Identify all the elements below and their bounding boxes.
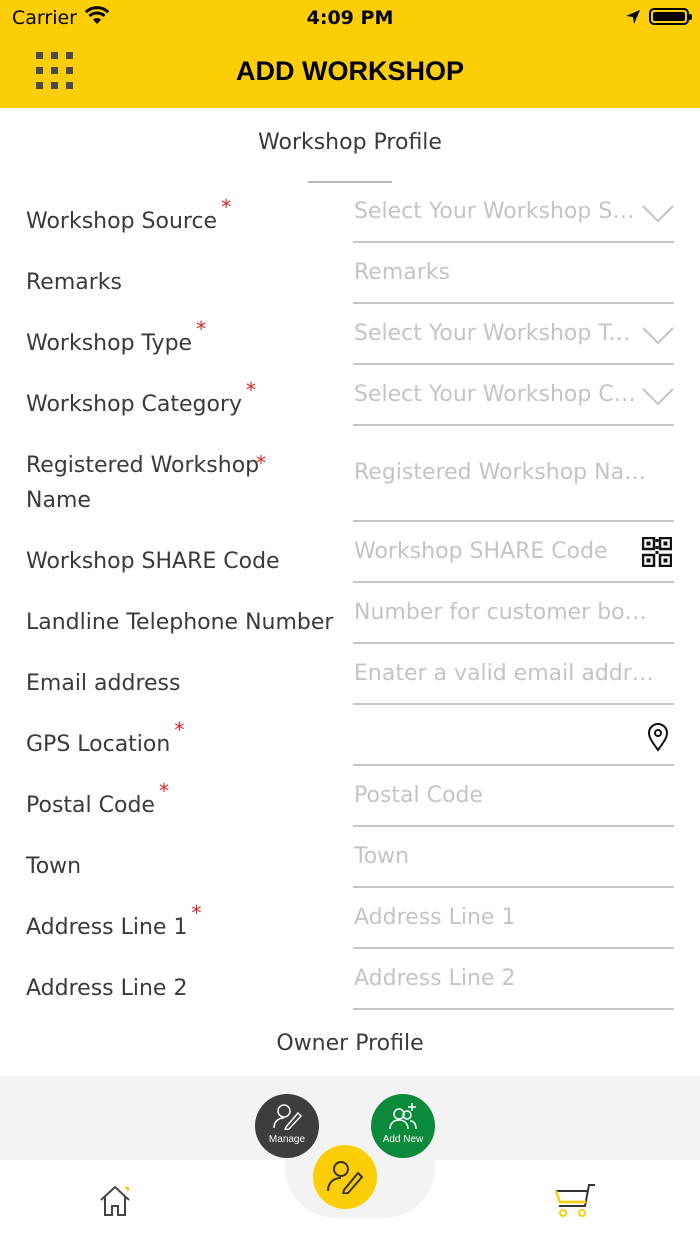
field-label: Registered Workshop Name: [26, 453, 260, 513]
postal-code-input[interactable]: Postal Code: [353, 779, 674, 827]
workshop-category-select[interactable]: Select Your Workshop Ca…: [353, 378, 674, 426]
status-time: 4:09 PM: [306, 7, 394, 29]
email-field[interactable]: Enater a valid email addr…: [353, 657, 674, 705]
add-new-button[interactable]: Add New: [371, 1094, 435, 1158]
workshop-source-select[interactable]: Select Your Workshop So…: [353, 195, 674, 243]
field-label: Town: [26, 854, 82, 879]
landline-input[interactable]: Number for customer bo…: [353, 596, 674, 644]
field-label: Landline Telephone Number: [26, 610, 334, 635]
field-label: GPS Location*: [26, 718, 185, 757]
app-header: Carrier 4:09 PM ADD WORKSHOP: [0, 0, 700, 108]
add-user-icon: [389, 1103, 417, 1130]
address-line-2-input[interactable]: Address Line 2: [353, 962, 674, 1010]
section-title-workshop-profile: Workshop Profile: [258, 130, 442, 155]
user-edit-icon: [327, 1161, 364, 1194]
cart-icon[interactable]: [553, 1182, 597, 1220]
section-divider: [308, 181, 392, 183]
chevron-down-icon: [642, 327, 674, 345]
share-code-input[interactable]: Workshop SHARE Code: [353, 535, 674, 583]
user-edit-icon: [273, 1104, 302, 1130]
workshop-type-select[interactable]: Select Your Workshop Type: [353, 317, 674, 365]
field-label: Postal Code*: [26, 779, 169, 818]
field-label: Workshop Type*: [26, 317, 207, 356]
manage-label: Manage: [268, 1134, 306, 1145]
location-arrow-icon: [626, 10, 640, 24]
field-label: Address Line 1*: [26, 901, 202, 940]
section-title-owner-profile: Owner Profile: [276, 1031, 424, 1056]
page-title: ADD WORKSHOP: [236, 56, 464, 86]
add-new-label: Add New: [382, 1134, 424, 1145]
center-edit-button[interactable]: [313, 1145, 377, 1209]
field-label: Workshop SHARE Code: [26, 549, 280, 574]
status-bar: Carrier 4:09 PM: [0, 0, 700, 36]
chevron-down-icon: [642, 205, 674, 223]
field-label: Address Line 2: [26, 976, 188, 1001]
town-input[interactable]: Town: [353, 840, 674, 888]
location-pin-icon[interactable]: [647, 722, 669, 752]
gps-location-input[interactable]: [353, 718, 674, 766]
registered-workshop-name-input[interactable]: Registered Workshop Na…: [353, 439, 674, 522]
remarks-input[interactable]: Remarks: [353, 256, 674, 304]
required-marker: *: [256, 451, 266, 475]
home-icon[interactable]: [98, 1184, 132, 1218]
field-label: Workshop Category*: [26, 378, 257, 417]
manage-button[interactable]: Manage: [255, 1094, 319, 1158]
field-label: Workshop Source*: [26, 195, 232, 234]
chevron-down-icon: [642, 388, 674, 406]
field-label: Email address: [26, 671, 181, 696]
address-line-1-input[interactable]: Address Line 1: [353, 901, 674, 949]
field-label: Remarks: [26, 270, 122, 295]
qr-code-icon[interactable]: [642, 537, 672, 567]
battery-icon: [649, 8, 692, 25]
